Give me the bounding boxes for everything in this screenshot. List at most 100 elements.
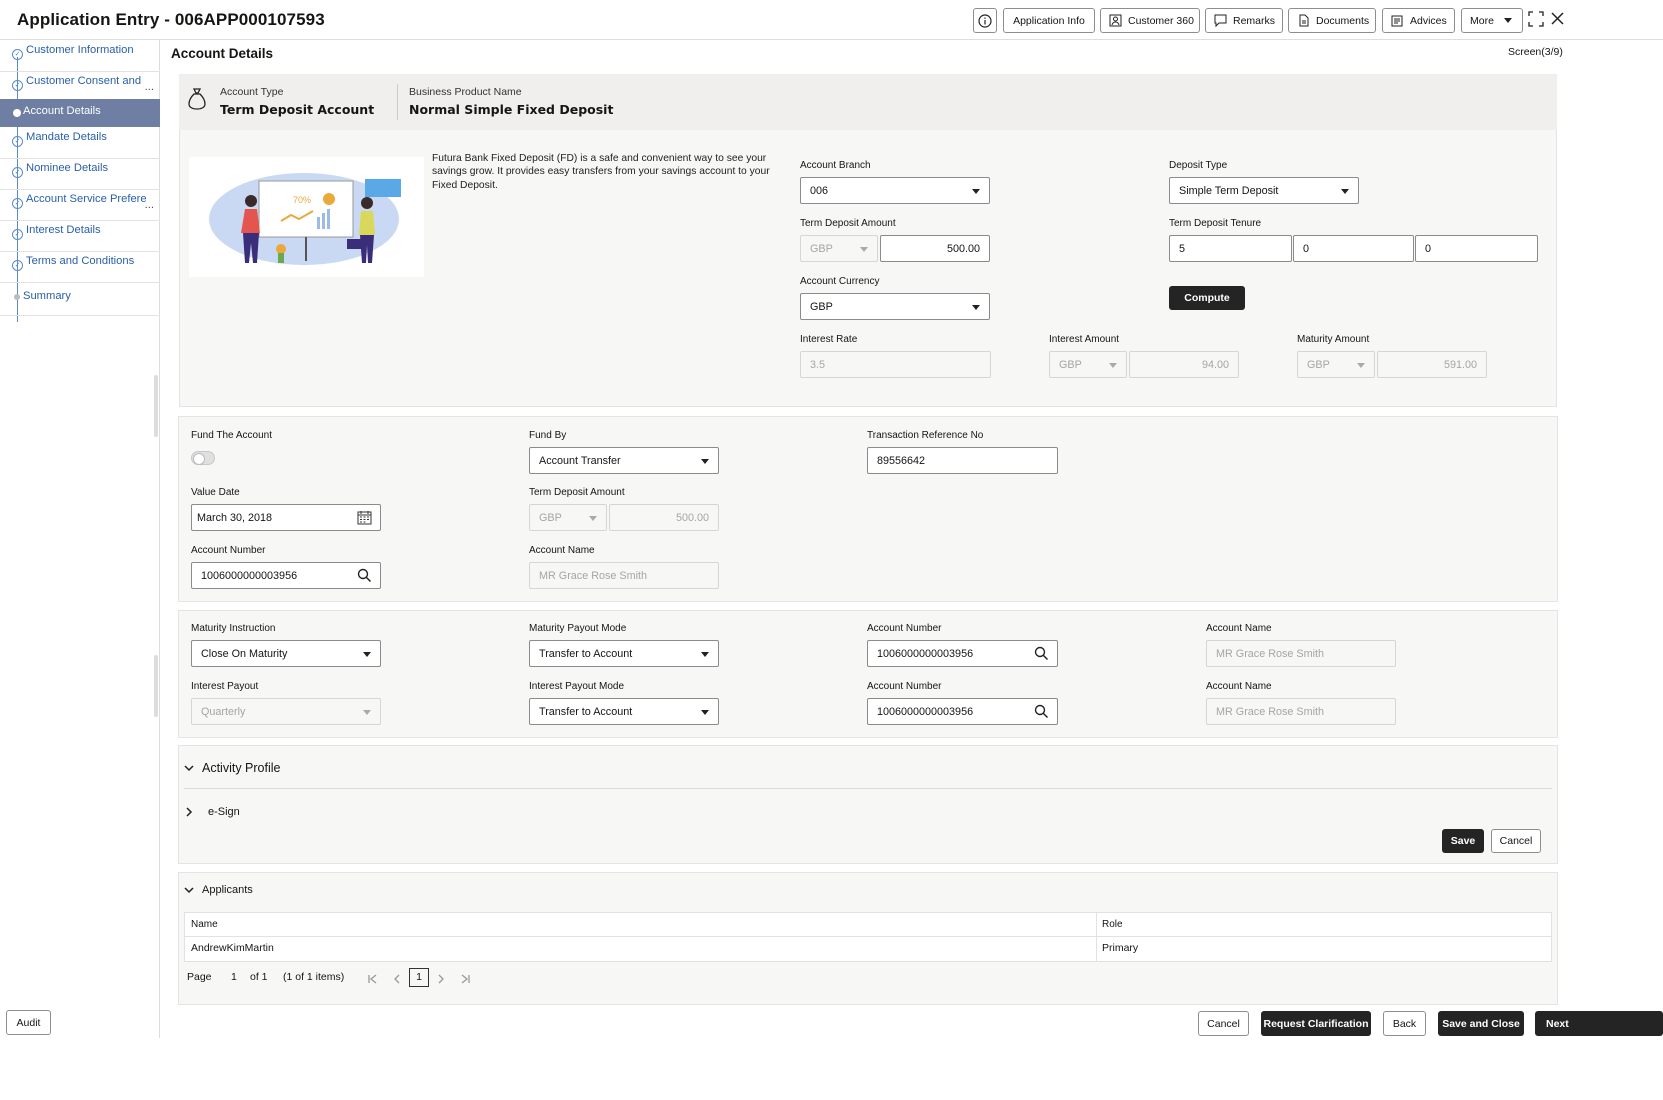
info-icon xyxy=(978,13,992,28)
txn-ref-input[interactable]: 89556642 xyxy=(867,447,1058,474)
interest-account-name-input[interactable]: MR Grace Rose Smith xyxy=(1206,698,1396,725)
maturity-payout-mode-select[interactable]: Transfer to Account xyxy=(529,640,719,667)
txn-ref-label: Transaction Reference No xyxy=(867,430,984,441)
check-circle-icon: ✓ xyxy=(12,260,23,271)
last-page-icon[interactable] xyxy=(459,974,471,984)
chevron-down-icon xyxy=(184,887,194,894)
illustration-percent: 70% xyxy=(293,195,311,205)
account-currency-select[interactable]: GBP xyxy=(800,293,990,320)
deposit-type-select[interactable]: Simple Term Deposit xyxy=(1169,177,1359,204)
presentation-illustration: 70% xyxy=(209,173,401,265)
interest-payout-mode-select[interactable]: Transfer to Account xyxy=(529,698,719,725)
footer-cancel-button[interactable]: Cancel xyxy=(1198,1011,1249,1036)
maturity-account-number-input[interactable]: 1006000000003956 xyxy=(867,640,1058,667)
application-info-button[interactable]: Application Info xyxy=(1003,8,1095,33)
first-page-icon[interactable] xyxy=(367,974,379,984)
save-and-close-button[interactable]: Save and Close xyxy=(1438,1011,1524,1036)
previous-page-icon[interactable] xyxy=(393,974,401,984)
check-circle-icon: ✓ xyxy=(12,167,23,178)
fund-by-select[interactable]: Account Transfer xyxy=(529,447,719,474)
documents-label: Documents xyxy=(1316,14,1370,27)
value-date-input[interactable]: March 30, 2018 xyxy=(191,504,381,531)
customer-360-button[interactable]: Customer 360 xyxy=(1100,8,1200,33)
caret-down-icon xyxy=(701,459,709,464)
caret-down-icon xyxy=(860,247,868,252)
interest-amount-input[interactable]: 94.00 xyxy=(1129,351,1239,378)
fund-account-toggle[interactable] xyxy=(191,451,215,465)
maturity-instruction-select[interactable]: Close On Maturity xyxy=(191,640,381,667)
save-button[interactable]: Save xyxy=(1442,829,1484,853)
funding-account-number-label: Account Number xyxy=(191,545,266,556)
interest-account-number-input[interactable]: 1006000000003956 xyxy=(867,698,1058,725)
remarks-button[interactable]: Remarks xyxy=(1205,8,1283,33)
tenure-months-input[interactable]: 0 xyxy=(1293,235,1414,262)
sidebar-item-nominee-details[interactable]: ✓ Nominee Details xyxy=(0,158,160,190)
compute-button[interactable]: Compute xyxy=(1169,286,1245,310)
customer-icon xyxy=(1109,14,1122,27)
funding-amount-input[interactable]: 500.00 xyxy=(609,504,719,531)
maturity-account-name-input[interactable]: MR Grace Rose Smith xyxy=(1206,640,1396,667)
calendar-icon[interactable] xyxy=(357,510,372,525)
applicants-title: Applicants xyxy=(202,884,253,896)
request-clarification-button[interactable]: Request Clarification xyxy=(1261,1011,1371,1036)
check-circle-icon: ✓ xyxy=(12,49,23,60)
applicants-table: Name Role AndrewKimMartin Primary xyxy=(184,912,1552,962)
caret-down-icon xyxy=(363,652,371,657)
comment-icon xyxy=(1214,14,1227,27)
pager-page-box[interactable]: 1 xyxy=(409,968,429,987)
next-page-icon[interactable] xyxy=(437,974,445,984)
funding-account-name-input[interactable]: MR Grace Rose Smith xyxy=(529,562,719,589)
app-header: Application Entry - 006APP000107593 Appl… xyxy=(0,0,1663,40)
tenure-years-input[interactable]: 5 xyxy=(1169,235,1292,262)
interest-amount-currency-select[interactable]: GBP xyxy=(1049,351,1127,378)
interest-account-name-label: Account Name xyxy=(1206,681,1272,692)
sidebar-item-account-service-preferences[interactable]: ✓ Account Service Prefere ... xyxy=(0,189,160,221)
cancel-button[interactable]: Cancel xyxy=(1491,829,1541,853)
pager-of-label: of 1 xyxy=(250,971,268,983)
sidebar-item-customer-information[interactable]: ✓ Customer Information xyxy=(0,40,160,72)
sidebar-item-terms-and-conditions[interactable]: ✓ Terms and Conditions xyxy=(0,251,160,283)
audit-button[interactable]: Audit xyxy=(6,1010,51,1035)
screen-indicator: Screen(3/9) xyxy=(1508,46,1563,58)
deposit-type-label: Deposit Type xyxy=(1169,160,1228,171)
caret-down-icon xyxy=(1503,18,1512,23)
maturity-amount-input[interactable]: 591.00 xyxy=(1377,351,1487,378)
term-deposit-amount-input[interactable]: 500.00 xyxy=(880,235,990,262)
interest-rate-input[interactable]: 3.5 xyxy=(800,351,991,378)
table-row[interactable]: AndrewKimMartin Primary xyxy=(185,937,1551,961)
applicant-name: AndrewKimMartin xyxy=(191,942,274,954)
sidebar-item-mandate-details[interactable]: ✓ Mandate Details xyxy=(0,127,160,159)
tenure-days-input[interactable]: 0 xyxy=(1415,235,1538,262)
next-button[interactable]: Next xyxy=(1535,1011,1663,1036)
term-deposit-currency-select[interactable]: GBP xyxy=(800,235,878,262)
search-icon[interactable] xyxy=(1034,646,1049,661)
sidebar-item-interest-details[interactable]: ✓ Interest Details xyxy=(0,220,160,252)
sidebar-item-summary[interactable]: Summary xyxy=(0,282,160,316)
funding-account-number-input[interactable]: 1006000000003956 xyxy=(191,562,381,589)
funding-currency-select[interactable]: GBP xyxy=(529,504,607,531)
search-icon[interactable] xyxy=(1034,704,1049,719)
sidebar-scroll-handle[interactable] xyxy=(154,375,158,437)
maturity-amount-currency-select[interactable]: GBP xyxy=(1297,351,1375,378)
back-button[interactable]: Back xyxy=(1383,1011,1426,1036)
activity-profile-header[interactable]: Activity Profile xyxy=(184,761,281,775)
account-branch-select[interactable]: 006 xyxy=(800,177,990,204)
caret-down-icon xyxy=(972,305,980,310)
interest-payout-select[interactable]: Quarterly xyxy=(191,698,381,725)
more-button[interactable]: More xyxy=(1461,8,1523,33)
sidebar-item-account-details[interactable]: Account Details xyxy=(0,99,160,127)
column-header-role: Role xyxy=(1102,919,1123,930)
esign-row[interactable]: e-Sign xyxy=(184,806,240,818)
info-button[interactable] xyxy=(973,8,997,33)
advices-button[interactable]: Advices xyxy=(1382,8,1455,33)
expand-icon[interactable] xyxy=(1528,11,1544,27)
caret-down-icon xyxy=(1341,189,1349,194)
documents-button[interactable]: Documents xyxy=(1288,8,1376,33)
activity-profile-panel xyxy=(178,745,1558,864)
sidebar-scroll-handle[interactable] xyxy=(154,655,158,717)
search-icon[interactable] xyxy=(357,568,372,583)
fund-by-label: Fund By xyxy=(529,430,567,441)
applicants-header[interactable]: Applicants xyxy=(184,884,253,896)
close-icon[interactable] xyxy=(1551,12,1564,25)
maturity-account-name-label: Account Name xyxy=(1206,623,1272,634)
